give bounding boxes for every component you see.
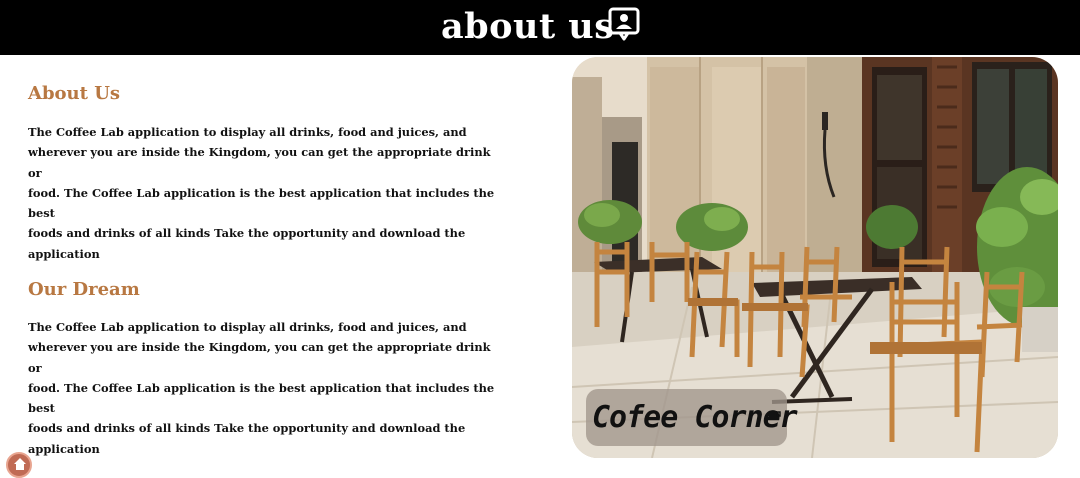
text-line: food. The Coffee Lab application is the … bbox=[28, 380, 495, 416]
home-icon bbox=[14, 458, 26, 470]
our-dream-text: The Coffee Lab application to display al… bbox=[28, 317, 498, 459]
text-line: foods and drinks of all kinds Take the o… bbox=[28, 226, 466, 241]
text-line: food. The Coffee Lab application is the … bbox=[28, 185, 495, 221]
about-us-text: The Coffee Lab application to display al… bbox=[28, 122, 498, 264]
text-line: The Coffee Lab application to display al… bbox=[28, 125, 467, 139]
our-dream-heading: Our Dream bbox=[28, 279, 140, 300]
text-line: application bbox=[28, 441, 100, 456]
text-line: wherever you are inside the Kingdom, you… bbox=[28, 145, 491, 180]
badge-label: Cofee Corner bbox=[592, 400, 798, 435]
text-line: application bbox=[28, 246, 100, 261]
text-line: The Coffee Lab application to display al… bbox=[28, 320, 467, 334]
about-us-heading: About Us bbox=[28, 83, 121, 104]
user-badge-icon bbox=[608, 7, 640, 41]
page-title: about us bbox=[441, 6, 615, 47]
text-line: wherever you are inside the Kingdom, you… bbox=[28, 340, 491, 375]
header-bar: about us bbox=[0, 0, 1080, 55]
text-line: foods and drinks of all kinds Take the o… bbox=[28, 421, 466, 436]
home-button[interactable] bbox=[6, 452, 32, 478]
coffee-cup-icon bbox=[769, 411, 781, 418]
